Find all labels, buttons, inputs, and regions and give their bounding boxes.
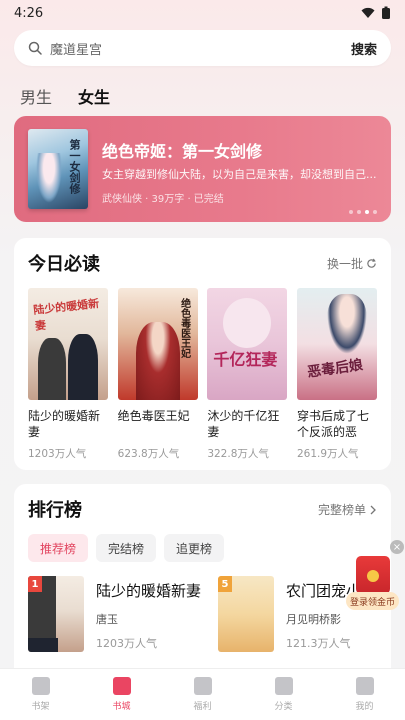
cover-text: 千亿狂妻: [213, 350, 278, 369]
bookshelf-icon: [31, 677, 50, 695]
ranking-book-author: 月见明桥影: [286, 613, 341, 626]
book-cover[interactable]: 绝色毒医王妃: [117, 288, 198, 400]
status-time: 4:26: [14, 5, 44, 21]
refresh-batch-button[interactable]: 换一批: [327, 255, 377, 272]
refresh-icon: [367, 258, 376, 268]
chevron-right-icon: [370, 505, 376, 514]
book-popularity: 623.8万人气: [117, 448, 180, 460]
status-bar: 4:26: [0, 0, 405, 26]
rank-badge: 1: [28, 576, 42, 592]
login-reward-label[interactable]: 登录领金币: [346, 592, 400, 610]
cover-figure: [38, 338, 66, 400]
search-bar[interactable]: 魔道星宫 搜索: [14, 30, 391, 66]
tab-male[interactable]: 男生: [20, 84, 52, 108]
book-grid: 陆少的暖婚新妻 陆少的暖婚新妻 1203万人气 绝色毒医王妃 绝色毒医王妃 62…: [28, 288, 377, 461]
cover-text: 恶毒后娘: [306, 357, 364, 381]
full-ranking-link[interactable]: 完整榜单: [318, 501, 377, 518]
banner-dot: [357, 210, 361, 214]
refresh-label: 换一批: [326, 257, 363, 271]
bookstore-icon: [112, 677, 131, 695]
nav-label: 书城: [112, 702, 131, 712]
ranking-book-cover[interactable]: 1: [28, 576, 84, 652]
nav-label: 我的: [355, 702, 374, 712]
ranking-book-popularity: 121.3万人气: [286, 637, 351, 650]
status-icons: [361, 6, 391, 20]
search-icon: [28, 41, 42, 55]
nav-item-bookstore[interactable]: 书城: [81, 669, 162, 720]
book-popularity: 1203万人气: [28, 448, 87, 460]
today-must-read-section: 今日必读 换一批 陆少的暖婚新妻 陆少的暖婚新妻 1203万人气 绝色毒医王妃 …: [14, 238, 391, 470]
cover-figure: [36, 153, 62, 203]
nav-item-category[interactable]: 分类: [243, 669, 324, 720]
profile-icon: [355, 677, 374, 695]
banner-dot: [349, 210, 353, 214]
nav-item-profile[interactable]: 我的: [324, 669, 405, 720]
book-title: 沐少的千亿狂妻: [207, 409, 280, 439]
ranking-book-author: 唐玉: [96, 613, 118, 626]
cover-figure: [326, 294, 367, 354]
gift-icon: [193, 677, 212, 695]
category-icon: [274, 677, 293, 695]
nav-item-bookshelf[interactable]: 书架: [0, 669, 81, 720]
banner-title: 绝色帝姬：第一女剑修: [102, 142, 263, 161]
ranking-info: 陆少的暖婚新妻 唐玉 1203万人气: [96, 576, 201, 656]
cover-text: 陆少的暖婚新妻: [32, 297, 100, 333]
banner-meta: 武侠仙侠 · 39万字 · 已完结: [102, 194, 224, 205]
cover-figure: [135, 322, 180, 400]
featured-banner[interactable]: 第一女剑修 绝色帝姬：第一女剑修 女主穿越到修仙大陆，以为自己是来害，却没想到自…: [14, 116, 391, 222]
book-title: 陆少的暖婚新妻: [28, 409, 101, 439]
book-popularity: 261.9万人气: [296, 448, 359, 460]
nav-item-welfare[interactable]: 福利: [162, 669, 243, 720]
cover-figure: [68, 334, 98, 400]
book-card[interactable]: 陆少的暖婚新妻 陆少的暖婚新妻 1203万人气: [28, 288, 108, 461]
nav-label: 书架: [31, 702, 50, 712]
ranking-book-cover[interactable]: 5: [218, 576, 274, 652]
full-ranking-label: 完整榜单: [317, 503, 366, 517]
book-popularity: 322.8万人气: [207, 448, 269, 460]
banner-book-cover[interactable]: 第一女剑修: [28, 129, 88, 209]
banner-cover-text: 第一女剑修: [68, 139, 81, 194]
book-cover[interactable]: 恶毒后娘: [296, 288, 377, 400]
ranking-item[interactable]: 1 陆少的暖婚新妻 唐玉 1203万人气: [28, 576, 201, 656]
close-icon[interactable]: ×: [390, 540, 404, 554]
banner-dot-active: [365, 210, 369, 214]
nav-label: 分类: [274, 702, 293, 712]
tab-recommended[interactable]: 推荐榜: [28, 534, 89, 562]
banner-description: 女主穿越到修仙大陆，以为自己是来害，却没想到自己...: [102, 168, 377, 181]
book-cover[interactable]: 陆少的暖婚新妻: [28, 288, 108, 400]
book-cover[interactable]: 千亿狂妻: [207, 288, 288, 400]
search-input[interactable]: 魔道星宫: [50, 39, 351, 58]
section-title: 排行榜: [28, 500, 82, 521]
book-title: 绝色毒医王妃: [117, 409, 190, 423]
nav-label: 福利: [193, 702, 212, 712]
battery-icon: [382, 6, 390, 19]
bottom-nav: 书架 书城 福利 分类 我的: [0, 668, 405, 720]
ranking-book-popularity: 1203万人气: [96, 637, 157, 650]
tab-female[interactable]: 女生: [78, 84, 110, 108]
book-title: 穿书后成了七个反派的恶毒...: [296, 409, 369, 439]
book-card[interactable]: 恶毒后娘 穿书后成了七个反派的恶毒... 261.9万人气: [296, 288, 377, 461]
book-card[interactable]: 绝色毒医王妃 绝色毒医王妃 623.8万人气: [117, 288, 198, 461]
gender-tabs: 男生 女生: [20, 84, 110, 108]
ranking-tabs: 推荐榜 完结榜 追更榜: [28, 534, 225, 562]
banner-pagination: [349, 210, 377, 214]
red-envelope-icon[interactable]: [356, 556, 390, 594]
rank-badge: 5: [218, 576, 232, 592]
cover-figure: [28, 638, 58, 652]
wifi-icon: [361, 7, 375, 18]
ranking-section: 排行榜 完整榜单 推荐榜 完结榜 追更榜 1 陆少的暖婚新妻 唐玉 1203万人…: [14, 484, 391, 684]
section-title: 今日必读: [28, 254, 100, 275]
book-card[interactable]: 千亿狂妻 沐少的千亿狂妻 322.8万人气: [207, 288, 288, 461]
cover-figure: [223, 298, 272, 348]
search-button[interactable]: 搜索: [351, 39, 377, 58]
tab-completed[interactable]: 完结榜: [96, 534, 157, 562]
ranking-book-title: 陆少的暖婚新妻: [96, 582, 202, 600]
tab-following[interactable]: 追更榜: [164, 534, 225, 562]
banner-dot: [373, 210, 377, 214]
